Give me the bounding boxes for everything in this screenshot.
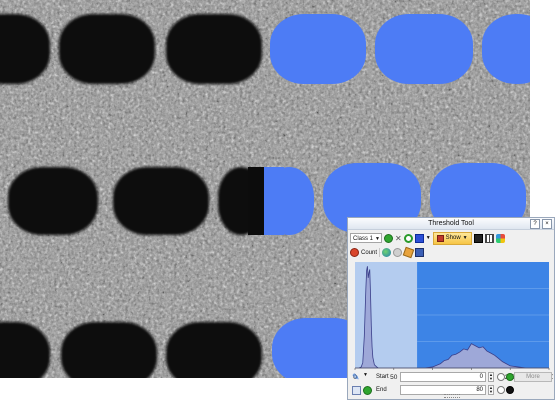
save-icon[interactable] <box>415 248 425 257</box>
start-control-row: ✎ ▼ Start 0 ▲ ▼ More <box>350 372 553 383</box>
count-icon <box>350 248 359 257</box>
close-x-icon[interactable]: ✕ <box>395 234 402 243</box>
end-input[interactable]: 80 <box>400 385 486 395</box>
ruler-icon[interactable] <box>484 233 494 243</box>
green-circle-icon[interactable] <box>384 233 393 243</box>
count-label: Count <box>361 249 378 256</box>
show-button[interactable]: Show ▼ <box>432 231 472 245</box>
close-button[interactable]: × <box>542 219 552 229</box>
show-label: Show <box>445 235 461 241</box>
histogram-chart[interactable]: 050100150200250 <box>351 260 555 382</box>
window-title: Threshold Tool <box>428 220 474 227</box>
toolbar-separator <box>379 248 381 257</box>
highlighted-pore-edge <box>264 167 284 235</box>
chevron-down-icon: ▼ <box>462 235 468 241</box>
dark-pore <box>166 14 262 84</box>
dark-pore <box>8 167 98 235</box>
picture-icon[interactable] <box>473 233 483 243</box>
green-circle-icon[interactable] <box>363 386 372 395</box>
color-square-icon[interactable] <box>414 233 424 243</box>
end-reset-icon[interactable] <box>497 386 505 394</box>
end-label: End <box>376 387 387 393</box>
start-label: Start <box>376 374 389 380</box>
end-apply-icon[interactable] <box>506 386 514 394</box>
threshold-tool-window[interactable]: Threshold Tool ? × Class 1 ▼ ✕ ▼ Show ▼ … <box>347 217 555 400</box>
chevron-down-icon[interactable]: ▼ <box>426 235 431 241</box>
count-button[interactable]: Count <box>350 248 377 257</box>
dark-pore <box>166 322 262 378</box>
highlighted-pore <box>270 14 366 84</box>
class-select[interactable]: Class 1 ▼ <box>350 233 382 243</box>
chevron-down-icon: ▼ <box>375 236 380 242</box>
toolbar-row-1: Class 1 ▼ ✕ ▼ Show ▼ <box>350 231 505 245</box>
eyedropper-icon[interactable]: ✎ <box>352 372 360 383</box>
start-input[interactable]: 0 <box>400 372 486 382</box>
dark-pore <box>59 14 155 84</box>
help-button[interactable]: ? <box>530 219 540 229</box>
class-select-value: Class 1 <box>353 236 374 242</box>
chevron-down-icon[interactable]: ▼ <box>363 372 368 378</box>
start-apply-icon[interactable] <box>506 373 514 381</box>
refresh-icon[interactable] <box>393 248 403 257</box>
globe-icon[interactable] <box>382 248 392 257</box>
more-button[interactable]: More <box>514 372 552 382</box>
start-reset-icon[interactable] <box>497 373 505 381</box>
toolbar-row-2: Count <box>350 246 425 259</box>
resize-grip[interactable] <box>444 394 460 398</box>
dark-pore-edge <box>248 167 264 235</box>
highlighted-pore <box>375 14 473 84</box>
start-stepper[interactable]: ▲ ▼ <box>488 372 494 382</box>
end-stepper[interactable]: ▲ ▼ <box>488 385 494 395</box>
invert-icon[interactable] <box>352 386 361 395</box>
histogram-svg[interactable]: 050100150200250 <box>351 260 555 382</box>
dark-pore <box>61 322 157 378</box>
refresh-icon[interactable] <box>403 233 413 243</box>
dark-pore <box>113 167 209 235</box>
eraser-icon[interactable] <box>402 246 415 259</box>
palette-icon[interactable] <box>495 233 505 243</box>
show-icon <box>436 234 444 242</box>
window-titlebar[interactable]: Threshold Tool ? × <box>348 218 554 230</box>
